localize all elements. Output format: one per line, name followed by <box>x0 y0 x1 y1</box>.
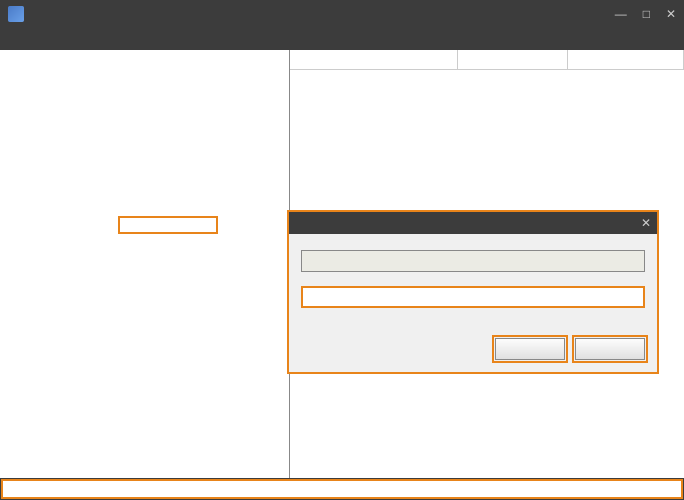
close-button[interactable]: ✕ <box>666 7 676 21</box>
value-data-input[interactable] <box>301 286 645 308</box>
app-icon <box>8 6 24 22</box>
ok-button[interactable] <box>495 338 565 360</box>
menu-edit[interactable] <box>20 37 36 41</box>
column-type[interactable] <box>458 50 568 69</box>
menu-view[interactable] <box>36 37 52 41</box>
dialog-buttons <box>289 330 657 372</box>
menubar <box>0 28 684 50</box>
cancel-button[interactable] <box>575 338 645 360</box>
menu-help[interactable] <box>68 37 84 41</box>
maximize-button[interactable]: □ <box>643 7 650 21</box>
minimize-button[interactable]: — <box>615 7 627 21</box>
titlebar[interactable]: — □ ✕ <box>0 0 684 28</box>
column-headers <box>290 50 684 70</box>
column-data[interactable] <box>568 50 684 69</box>
menu-file[interactable] <box>4 37 20 41</box>
registry-tree <box>0 50 289 54</box>
dialog-close-icon[interactable]: ✕ <box>641 216 651 230</box>
dialog-titlebar[interactable]: ✕ <box>289 212 657 234</box>
tree-pane[interactable] <box>0 50 290 478</box>
value-name-input[interactable] <box>301 250 645 272</box>
dialog-body <box>289 234 657 330</box>
menu-favorites[interactable] <box>52 37 68 41</box>
edit-string-dialog: ✕ <box>287 210 659 374</box>
tree-highlight <box>118 216 218 234</box>
column-name[interactable] <box>290 50 458 69</box>
window-controls: — □ ✕ <box>615 7 676 21</box>
statusbar-path <box>1 479 683 499</box>
